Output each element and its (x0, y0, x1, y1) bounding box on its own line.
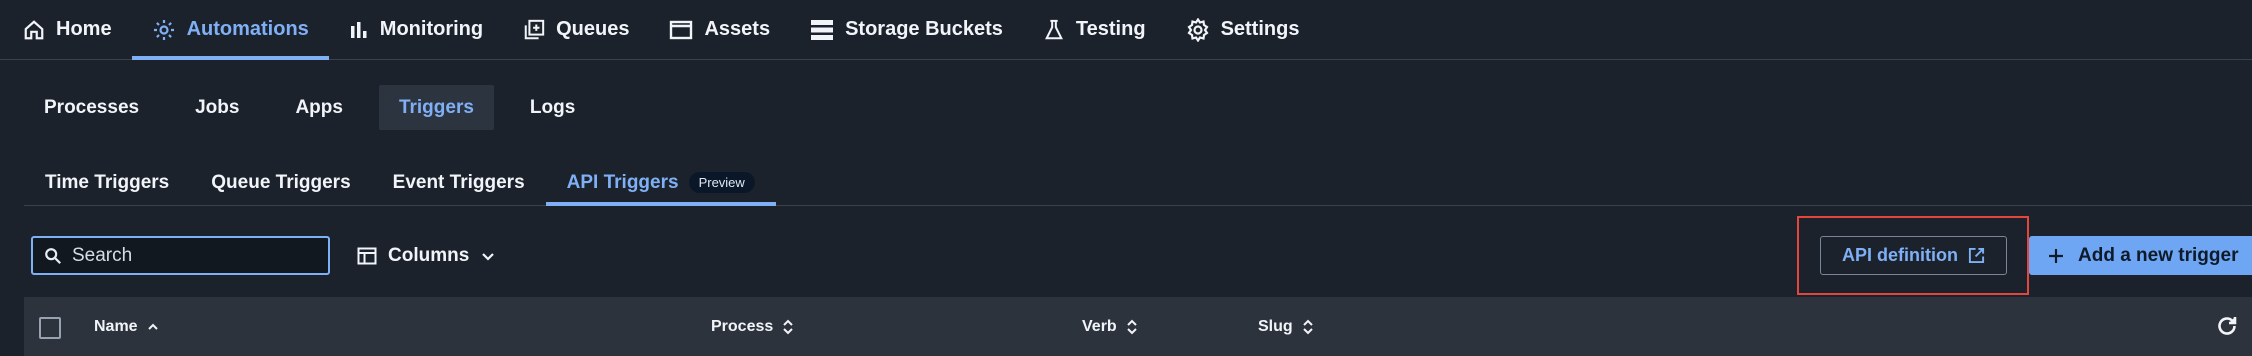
tab-label: Event Triggers (392, 171, 525, 193)
column-header-slug[interactable]: Slug (1258, 297, 1314, 356)
refresh-button[interactable] (2215, 314, 2239, 338)
sort-icon (1126, 319, 1138, 335)
automations-subnav: Processes Jobs Apps Triggers Logs (24, 85, 595, 130)
sort-icon (1302, 319, 1314, 335)
add-new-trigger-label: Add a new trigger (2078, 244, 2239, 266)
preview-badge: Preview (688, 172, 755, 193)
column-header-verb[interactable]: Verb (1082, 297, 1138, 356)
nav-item-queues[interactable]: Queues (523, 0, 649, 59)
nav-item-automations[interactable]: Automations (131, 0, 330, 60)
subnav-item-logs[interactable]: Logs (510, 85, 595, 130)
assets-window-icon (669, 20, 693, 40)
tab-api-triggers[interactable]: API Triggers Preview (545, 160, 776, 206)
nav-item-settings[interactable]: Settings (1186, 0, 1320, 59)
external-link-icon (1968, 247, 1985, 264)
nav-item-assets[interactable]: Assets (669, 0, 790, 59)
tab-label: API Triggers (566, 171, 679, 193)
chevron-down-icon (480, 248, 496, 264)
columns-button[interactable]: Columns (357, 236, 496, 275)
search-icon (44, 247, 62, 265)
select-all-checkbox[interactable] (39, 317, 61, 339)
search-field[interactable] (31, 236, 330, 275)
nav-item-label: Home (56, 18, 112, 40)
tab-queue-triggers[interactable]: Queue Triggers (190, 160, 371, 205)
subnav-item-processes[interactable]: Processes (24, 85, 159, 130)
table-header: Name Process Verb Slug (24, 297, 2252, 356)
tab-time-triggers[interactable]: Time Triggers (24, 160, 190, 205)
search-input[interactable] (72, 244, 312, 267)
tab-label: Queue Triggers (211, 171, 351, 193)
sort-icon (782, 319, 794, 335)
refresh-icon (2215, 314, 2239, 338)
gear-icon (1186, 17, 1210, 42)
column-label: Verb (1082, 317, 1117, 335)
api-definition-button[interactable]: API definition (1820, 236, 2007, 275)
column-label: Name (94, 317, 138, 335)
home-icon (23, 19, 45, 41)
automations-gear-icon (152, 18, 176, 42)
queue-add-icon (523, 19, 545, 41)
api-definition-label: API definition (1842, 245, 1958, 265)
nav-item-label: Automations (186, 18, 309, 40)
subnav-item-triggers[interactable]: Triggers (378, 85, 494, 130)
add-new-trigger-button[interactable]: Add a new trigger (2029, 236, 2252, 275)
plus-icon (2048, 248, 2064, 264)
nav-item-label: Testing (1075, 18, 1146, 40)
table-columns-icon (357, 247, 377, 265)
subnav-item-apps[interactable]: Apps (275, 85, 363, 130)
nav-item-monitoring[interactable]: Monitoring (349, 0, 503, 59)
flask-icon (1043, 19, 1065, 41)
nav-item-label: Monitoring (379, 18, 484, 40)
nav-item-label: Assets (704, 18, 771, 40)
nav-item-label: Storage Buckets (845, 18, 1003, 40)
nav-item-home[interactable]: Home (23, 0, 132, 59)
column-label: Process (711, 317, 774, 335)
tab-label: Time Triggers (45, 171, 170, 193)
bar-chart-icon (349, 20, 369, 40)
column-label: Slug (1258, 317, 1293, 335)
subnav-item-jobs[interactable]: Jobs (175, 85, 259, 130)
nav-item-storage-buckets[interactable]: Storage Buckets (810, 0, 1023, 59)
top-navigation: Home Automations Monitoring Queues Asset… (0, 0, 2252, 60)
tab-event-triggers[interactable]: Event Triggers (372, 160, 546, 205)
columns-label: Columns (388, 244, 470, 266)
storage-icon (810, 19, 834, 41)
nav-item-label: Settings (1220, 18, 1300, 40)
sort-ascending-icon (147, 321, 159, 333)
nav-item-label: Queues (556, 18, 630, 40)
nav-item-testing[interactable]: Testing (1043, 0, 1166, 59)
column-header-name[interactable]: Name (94, 297, 159, 356)
column-header-process[interactable]: Process (711, 297, 794, 356)
trigger-tabs: Time Triggers Queue Triggers Event Trigg… (24, 160, 2252, 206)
